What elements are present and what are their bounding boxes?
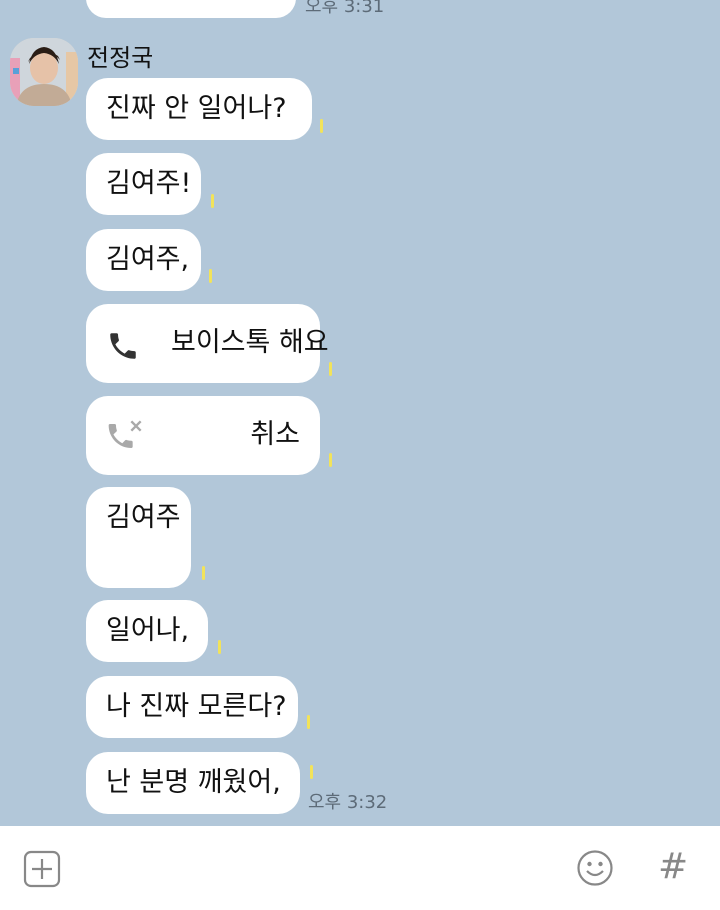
smiley-icon[interactable] [576,849,614,891]
unread-marker [329,362,332,376]
message-bubble[interactable]: 김여주, [86,229,201,291]
message-bubble[interactable]: 김여주 [86,487,191,588]
message-text: 김여주 [106,502,181,533]
unread-marker [211,194,214,208]
message-bubble[interactable]: 나 진짜 모른다? [86,676,298,738]
chat-area[interactable]: 오후 3:31 전정국 진짜 안 일어나? 김여주! 김여주, 보이스톡 해요 … [0,0,720,826]
input-bar: # [0,826,720,910]
avatar[interactable] [10,38,78,106]
sender-name: 전정국 [87,44,154,72]
voice-call-bubble[interactable]: 보이스톡 해요 [86,304,329,383]
call-label: 보이스톡 해요 [171,327,329,358]
message-bubble[interactable]: 김여주! [86,153,201,215]
message-timestamp: 오후 3:32 [308,792,388,813]
message-text: 나 진짜 모른다? [106,691,287,722]
message-bubble[interactable]: 일어나, [86,600,208,662]
message-timestamp-previous: 오후 3:31 [305,0,385,17]
unread-marker [320,119,323,133]
message-bubble-previous[interactable] [86,0,296,18]
unread-marker [209,269,212,283]
message-bubble[interactable]: 진짜 안 일어나? [86,78,312,140]
cancelled-call-bubble[interactable]: 취소 [86,396,320,475]
plus-box-icon[interactable] [23,850,61,892]
message-text: 김여주! [106,168,192,199]
unread-marker [218,640,221,654]
message-text: 김여주, [106,244,190,275]
phone-icon [106,329,140,373]
phone-missed-icon [106,418,146,464]
call-label: 취소 [250,419,300,450]
message-text: 난 분명 깨웠어, [106,767,281,798]
unread-marker [310,765,313,779]
unread-marker [202,566,205,580]
hashtag-search-button[interactable]: # [658,846,688,887]
message-bubble[interactable]: 난 분명 깨웠어, [86,752,300,814]
message-text: 진짜 안 일어나? [106,93,287,124]
message-text: 일어나, [106,615,190,646]
unread-marker [307,715,310,729]
unread-marker [329,453,332,467]
